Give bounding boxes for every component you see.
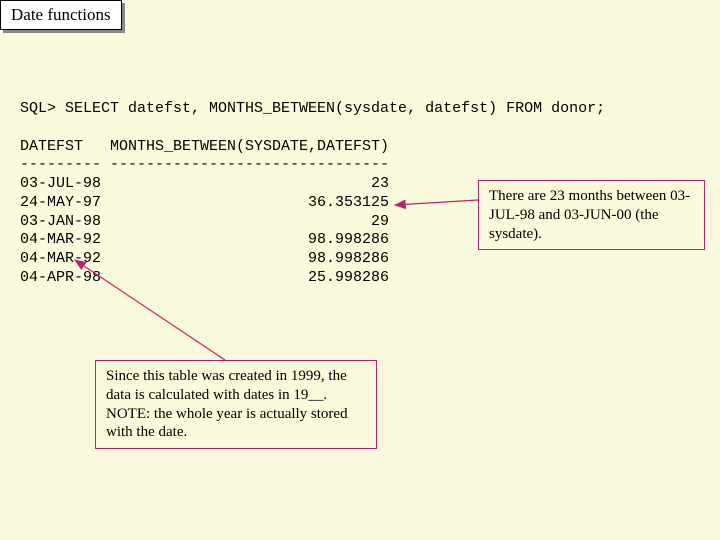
annotation-bottom: Since this table was created in 1999, th… bbox=[95, 360, 377, 449]
page-title: Date functions bbox=[0, 0, 122, 30]
annotation-right-text: There are 23 months between 03-JUL-98 an… bbox=[489, 188, 690, 242]
sql-command: SQL> SELECT datefst, MONTHS_BETWEEN(sysd… bbox=[20, 100, 605, 117]
data-rows: 03-JUL-98 23 24-MAY-97 36.353125 03-JAN-… bbox=[20, 175, 389, 286]
annotation-bottom-text: Since this table was created in 1999, th… bbox=[106, 368, 348, 440]
annotation-right: There are 23 months between 03-JUL-98 an… bbox=[478, 180, 705, 250]
column-headers: DATEFST MONTHS_BETWEEN(SYSDATE,DATEFST) bbox=[20, 138, 389, 155]
title-text: Date functions bbox=[11, 5, 111, 24]
column-dashes: --------- ------------------------------… bbox=[20, 156, 389, 173]
